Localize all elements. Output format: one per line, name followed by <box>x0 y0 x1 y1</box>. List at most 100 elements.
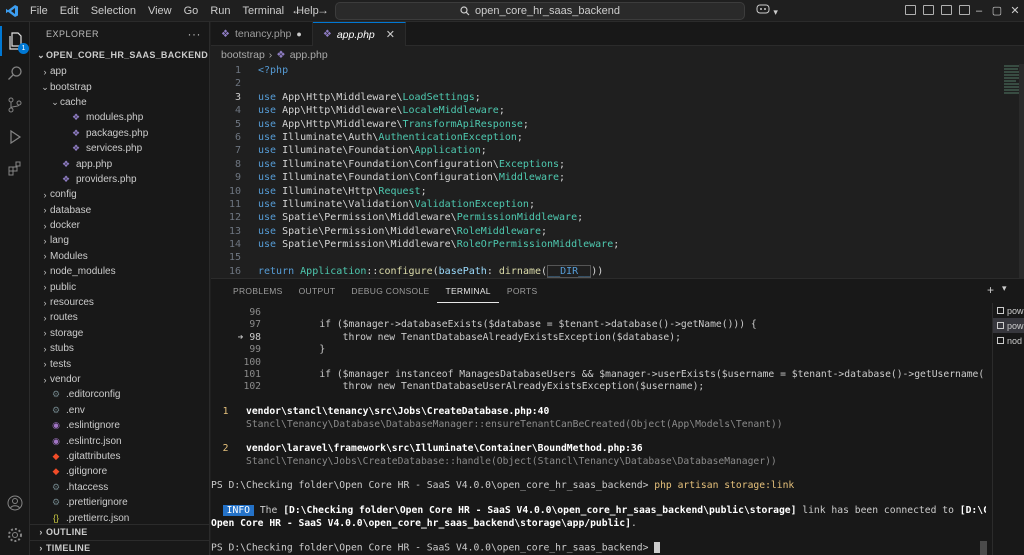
terminal-icon <box>997 307 1004 314</box>
terminal-list: pow pow nod <box>992 303 1024 555</box>
new-terminal-icon[interactable]: + <box>987 283 994 297</box>
terminal-instance[interactable]: nod <box>993 333 1024 348</box>
panel-tab-ports[interactable]: PORTS <box>499 279 546 303</box>
customize-layout-icon[interactable] <box>959 5 970 15</box>
run-debug-icon[interactable] <box>0 122 30 152</box>
source-control-icon[interactable] <box>0 90 30 120</box>
tree-item-providers-php[interactable]: ❖ providers.php <box>30 172 209 187</box>
outline-section[interactable]: › OUTLINE <box>30 524 209 539</box>
tree-item-cache[interactable]: ⌄ cache <box>30 95 209 110</box>
panel-actions: + ▾ <box>987 283 1007 297</box>
menu-run[interactable]: Run <box>204 0 236 22</box>
tree-item-eslintrc-json[interactable]: ◉ .eslintrc.json <box>30 433 209 448</box>
maximize-icon[interactable]: ▢ <box>988 0 1006 22</box>
tree-item-label: .gitignore <box>66 466 108 478</box>
breadcrumb-file[interactable]: app.php <box>290 49 328 61</box>
minimize-icon[interactable]: – <box>970 0 988 22</box>
tree-item-htaccess[interactable]: ⚙ .htaccess <box>30 480 209 495</box>
tree-item-docker[interactable]: › docker <box>30 218 209 233</box>
tree-item-config[interactable]: › config <box>30 187 209 202</box>
chevron-down-icon: ⌄ <box>37 49 45 60</box>
menu-selection[interactable]: Selection <box>85 0 142 22</box>
tab-app-php[interactable]: ❖ app.php ✕ <box>312 22 406 46</box>
toggle-secondary-sidebar-icon[interactable] <box>941 5 952 15</box>
tree-item-lang[interactable]: › lang <box>30 233 209 248</box>
panel-tab-problems[interactable]: PROBLEMS <box>225 279 291 303</box>
menu-view[interactable]: View <box>142 0 178 22</box>
terminal-instance[interactable]: pow <box>993 303 1024 318</box>
timeline-section[interactable]: › TIMELINE <box>30 540 209 555</box>
breadcrumb-folder[interactable]: bootstrap <box>221 49 265 61</box>
chevron-right-icon: › <box>43 359 47 370</box>
search-icon[interactable] <box>0 58 30 88</box>
tree-item-database[interactable]: › database <box>30 203 209 218</box>
terminal-scrollbar[interactable] <box>980 541 987 555</box>
info-line: INFO The [D:\Checking folder\Open Core H… <box>211 505 986 517</box>
tree-item-routes[interactable]: › routes <box>30 310 209 325</box>
tree-item-gitattributes[interactable]: ◆ .gitattributes <box>30 449 209 464</box>
tab-tenancy-php[interactable]: ❖ tenancy.php ● <box>211 22 313 46</box>
tree-item-env[interactable]: ⚙ .env <box>30 403 209 418</box>
copilot-icon[interactable]: ▾ <box>756 3 778 18</box>
manage-gear-icon[interactable] <box>0 520 30 550</box>
tree-item-node-modules[interactable]: › node_modules <box>30 264 209 279</box>
tree-item-prettierignore[interactable]: ⚙ .prettierignore <box>30 495 209 510</box>
tree-item-tests[interactable]: › tests <box>30 356 209 371</box>
tree-item-label: app <box>50 66 67 78</box>
tree-item-modules-php[interactable]: ❖ modules.php <box>30 110 209 125</box>
source-line-number: 99 <box>249 344 261 356</box>
menu-terminal[interactable]: Terminal <box>237 0 291 22</box>
menu-edit[interactable]: Edit <box>54 0 85 22</box>
panel-tab-debug-console[interactable]: DEBUG CONSOLE <box>343 279 437 303</box>
tree-item-modules[interactable]: › Modules <box>30 249 209 264</box>
forward-arrow-icon[interactable]: → <box>317 3 329 17</box>
editor-scrollbar[interactable] <box>1019 64 1024 278</box>
back-arrow-icon[interactable]: ← <box>291 3 303 17</box>
tree-item-services-php[interactable]: ❖ services.php <box>30 141 209 156</box>
tree-item-vendor[interactable]: › vendor <box>30 372 209 387</box>
panel-tab-terminal[interactable]: TERMINAL <box>437 279 499 303</box>
explorer-icon[interactable]: 1 <box>0 26 30 56</box>
more-actions-icon[interactable]: ··· <box>188 27 202 41</box>
panel-tab-output[interactable]: OUTPUT <box>291 279 344 303</box>
close-icon[interactable]: ✕ <box>386 28 395 41</box>
layout-controls <box>905 5 970 15</box>
code-editor[interactable]: 1 <?php 2 3 use App\Http\Middleware\LoadSett… <box>211 64 1001 278</box>
toggle-sidebar-icon[interactable] <box>905 5 916 15</box>
tree-item-bootstrap[interactable]: ⌄ bootstrap <box>30 79 209 94</box>
stack-frame-file: vendor\stancl\tenancy\src\Jobs\CreateDat… <box>246 406 550 418</box>
toggle-panel-icon[interactable] <box>923 5 934 15</box>
tree-item-label: resources <box>50 297 94 309</box>
terminal-icon <box>997 337 1004 344</box>
tree-item-app-php[interactable]: ❖ app.php <box>30 156 209 171</box>
tree-item-storage[interactable]: › storage <box>30 326 209 341</box>
menu-go[interactable]: Go <box>178 0 205 22</box>
menu-file[interactable]: File <box>24 0 54 22</box>
tree-item-resources[interactable]: › resources <box>30 295 209 310</box>
tree-item-eslintignore[interactable]: ◉ .eslintignore <box>30 418 209 433</box>
tree-item-app[interactable]: › app <box>30 64 209 79</box>
terminal-instance[interactable]: pow <box>993 318 1024 333</box>
tree-item-stubs[interactable]: › stubs <box>30 341 209 356</box>
code-line: 14 use Spatie\Permission\Middleware\RoleO… <box>211 238 1001 251</box>
tree-item-editorconfig[interactable]: ⚙ .editorconfig <box>30 387 209 402</box>
tree-item-gitignore[interactable]: ◆ .gitignore <box>30 464 209 479</box>
chevron-right-icon: › <box>43 282 47 293</box>
extensions-icon[interactable] <box>0 154 30 184</box>
command-center-search[interactable]: open_core_hr_saas_backend <box>335 2 745 20</box>
terminal-output[interactable]: 96 97 if ($manager->databaseExists($data… <box>211 307 986 555</box>
tree-item-packages-php[interactable]: ❖ packages.php <box>30 126 209 141</box>
tree-item-public[interactable]: › public <box>30 279 209 294</box>
explorer-sidebar: EXPLORER ··· ⌄ OPEN_CORE_HR_SAAS_BACKEND… <box>30 22 210 555</box>
account-icon[interactable] <box>0 488 30 518</box>
line-number: 16 <box>228 265 241 277</box>
chevron-down-icon[interactable]: ▾ <box>1002 283 1007 297</box>
editor-tabs: ❖ tenancy.php ● ❖ app.php ✕ <box>211 22 1024 46</box>
code-line: 6 use Illuminate\Auth\AuthenticationExcep… <box>211 131 1001 144</box>
git-file-icon: ◆ <box>52 466 60 477</box>
close-window-icon[interactable]: ✕ <box>1006 0 1024 22</box>
workspace-root[interactable]: ⌄ OPEN_CORE_HR_SAAS_BACKEND <box>30 46 209 64</box>
tree-item-label: vendor <box>50 374 81 385</box>
